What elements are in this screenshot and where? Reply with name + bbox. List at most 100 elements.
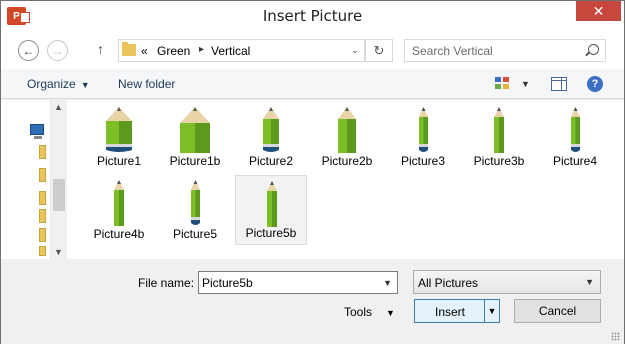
breadcrumb-overflow[interactable]: « — [141, 44, 148, 58]
address-row: ← → ↑ « Green ▸ Vertical ⌄ ↻ — [1, 32, 624, 69]
tools-button[interactable]: Tools ▼ — [344, 305, 395, 319]
view-options-dropdown[interactable]: ▼ — [521, 79, 530, 89]
nav-folder-icon[interactable] — [39, 209, 46, 223]
up-arrow-icon: ↑ — [97, 41, 104, 57]
insert-button[interactable]: Insert ▼ — [414, 299, 500, 323]
file-name-label: Picture4 — [552, 154, 598, 168]
insert-label: Insert — [434, 305, 465, 319]
forward-arrow-icon: → — [51, 43, 64, 58]
insert-picture-dialog: P Insert Picture ✕ ← → ↑ « Green ▸ Verti… — [0, 0, 625, 344]
folder-icon — [122, 42, 136, 56]
file-type-value: All Pictures — [418, 276, 479, 290]
file-type-select[interactable]: All Pictures ▼ — [413, 270, 601, 294]
back-button[interactable]: ← — [18, 40, 39, 61]
change-view-icon[interactable] — [495, 77, 511, 91]
refresh-button[interactable]: ↻ — [365, 39, 393, 62]
file-name-label: Picture3b — [473, 154, 525, 168]
file-name-input[interactable] — [199, 272, 379, 293]
pencil-thumbnail-icon — [106, 107, 132, 152]
thumbnail — [114, 180, 124, 226]
file-item[interactable]: Picture4b — [83, 175, 155, 245]
file-name-label: Picture5 — [172, 227, 218, 241]
pencil-thumbnail-icon — [570, 107, 580, 152]
file-name-label: Picture4b — [93, 227, 145, 241]
file-item[interactable]: Picture5b — [235, 175, 307, 245]
thumbnail — [338, 107, 356, 153]
help-icon[interactable]: ? — [587, 76, 603, 92]
file-item[interactable]: Picture3 — [387, 102, 459, 172]
breadcrumb-separator-icon[interactable]: ▸ — [199, 44, 204, 55]
toolbar: Organize ▼ New folder ▼ ? — [1, 69, 624, 99]
file-name-label: Picture2 — [248, 154, 294, 168]
file-name-label: Picture3 — [400, 154, 446, 168]
pencil-thumbnail-icon — [114, 180, 124, 226]
thumbnail — [494, 107, 504, 153]
file-item[interactable]: Picture2 — [235, 102, 307, 172]
new-folder-button[interactable]: New folder — [118, 77, 175, 91]
scroll-thumb[interactable] — [53, 179, 65, 211]
resize-grip[interactable] — [611, 332, 620, 341]
scroll-up-icon[interactable]: ▲ — [54, 102, 63, 112]
pencil-thumbnail-icon — [180, 107, 210, 153]
tools-label: Tools — [344, 305, 373, 319]
nav-folder-icon[interactable] — [39, 228, 46, 242]
chevron-down-icon: ▼ — [386, 308, 395, 318]
insert-options-dropdown[interactable]: ▼ — [484, 300, 499, 322]
pencil-thumbnail-icon — [267, 181, 277, 227]
computer-icon[interactable] — [30, 124, 44, 139]
file-name-label: Picture1b — [169, 154, 221, 168]
pencil-thumbnail-icon — [263, 107, 279, 152]
nav-folder-icon[interactable] — [39, 145, 46, 159]
chevron-down-icon[interactable]: ▼ — [383, 278, 392, 288]
file-item[interactable]: Picture5 — [159, 175, 231, 245]
pencil-thumbnail-icon — [418, 107, 428, 152]
file-item[interactable]: Picture4 — [539, 102, 611, 172]
breadcrumb-vertical[interactable]: Vertical — [211, 44, 250, 58]
navigation-pane: ▲ ▼ — [1, 100, 67, 259]
pencil-thumbnail-icon — [190, 180, 200, 225]
pencil-thumbnail-icon — [494, 107, 504, 153]
title-bar: P Insert Picture ✕ — [1, 1, 624, 32]
scroll-down-icon[interactable]: ▼ — [54, 247, 63, 257]
chevron-down-icon: ▼ — [521, 79, 530, 89]
chevron-down-icon: ⌄ — [351, 45, 359, 55]
chevron-down-icon: ▼ — [487, 306, 497, 316]
search-icon[interactable] — [588, 44, 599, 55]
nav-folder-icon[interactable] — [39, 246, 46, 256]
nav-folder-icon[interactable] — [39, 191, 46, 205]
file-name-label: Picture1 — [96, 154, 142, 168]
file-list: Picture1 Picture1b Picture2 Picture2b Pictur… — [67, 100, 624, 259]
chevron-down-icon: ▼ — [80, 80, 90, 90]
help-glyph: ? — [591, 78, 599, 90]
thumbnail — [418, 107, 428, 153]
thumbnail — [180, 107, 210, 153]
back-arrow-icon: ← — [22, 43, 35, 58]
thumbnail — [570, 107, 580, 153]
close-button[interactable]: ✕ — [576, 1, 621, 21]
address-history-dropdown[interactable]: ⌄ — [346, 39, 365, 62]
breadcrumb-green[interactable]: Green — [157, 44, 190, 58]
cancel-button[interactable]: Cancel — [514, 299, 601, 323]
search-box[interactable] — [404, 39, 606, 62]
search-input[interactable] — [405, 40, 585, 61]
file-item[interactable]: Picture2b — [311, 102, 383, 172]
close-icon: ✕ — [592, 2, 605, 19]
nav-scrollbar[interactable]: ▲ ▼ — [50, 100, 67, 259]
thumbnail — [190, 180, 200, 226]
file-item[interactable]: Picture1b — [159, 102, 231, 172]
forward-button[interactable]: → — [47, 40, 68, 61]
file-name-label: File name: — [138, 276, 195, 290]
nav-folder-icon[interactable] — [39, 168, 46, 182]
file-item[interactable]: Picture3b — [463, 102, 535, 172]
file-name-label: Picture2b — [321, 154, 373, 168]
file-name-combobox[interactable]: ▼ — [198, 271, 398, 294]
thumbnail — [263, 107, 279, 153]
file-item[interactable]: Picture1 — [83, 102, 155, 172]
bottom-panel: File name: ▼ All Pictures ▼ Tools ▼ Inser… — [1, 259, 624, 344]
preview-pane-icon[interactable] — [551, 77, 567, 91]
file-name-label: Picture5b — [245, 226, 297, 240]
window-title: Insert Picture — [262, 7, 363, 25]
organize-button[interactable]: Organize ▼ — [27, 77, 90, 91]
refresh-icon: ↻ — [373, 42, 385, 58]
up-button[interactable]: ↑ — [97, 41, 104, 57]
